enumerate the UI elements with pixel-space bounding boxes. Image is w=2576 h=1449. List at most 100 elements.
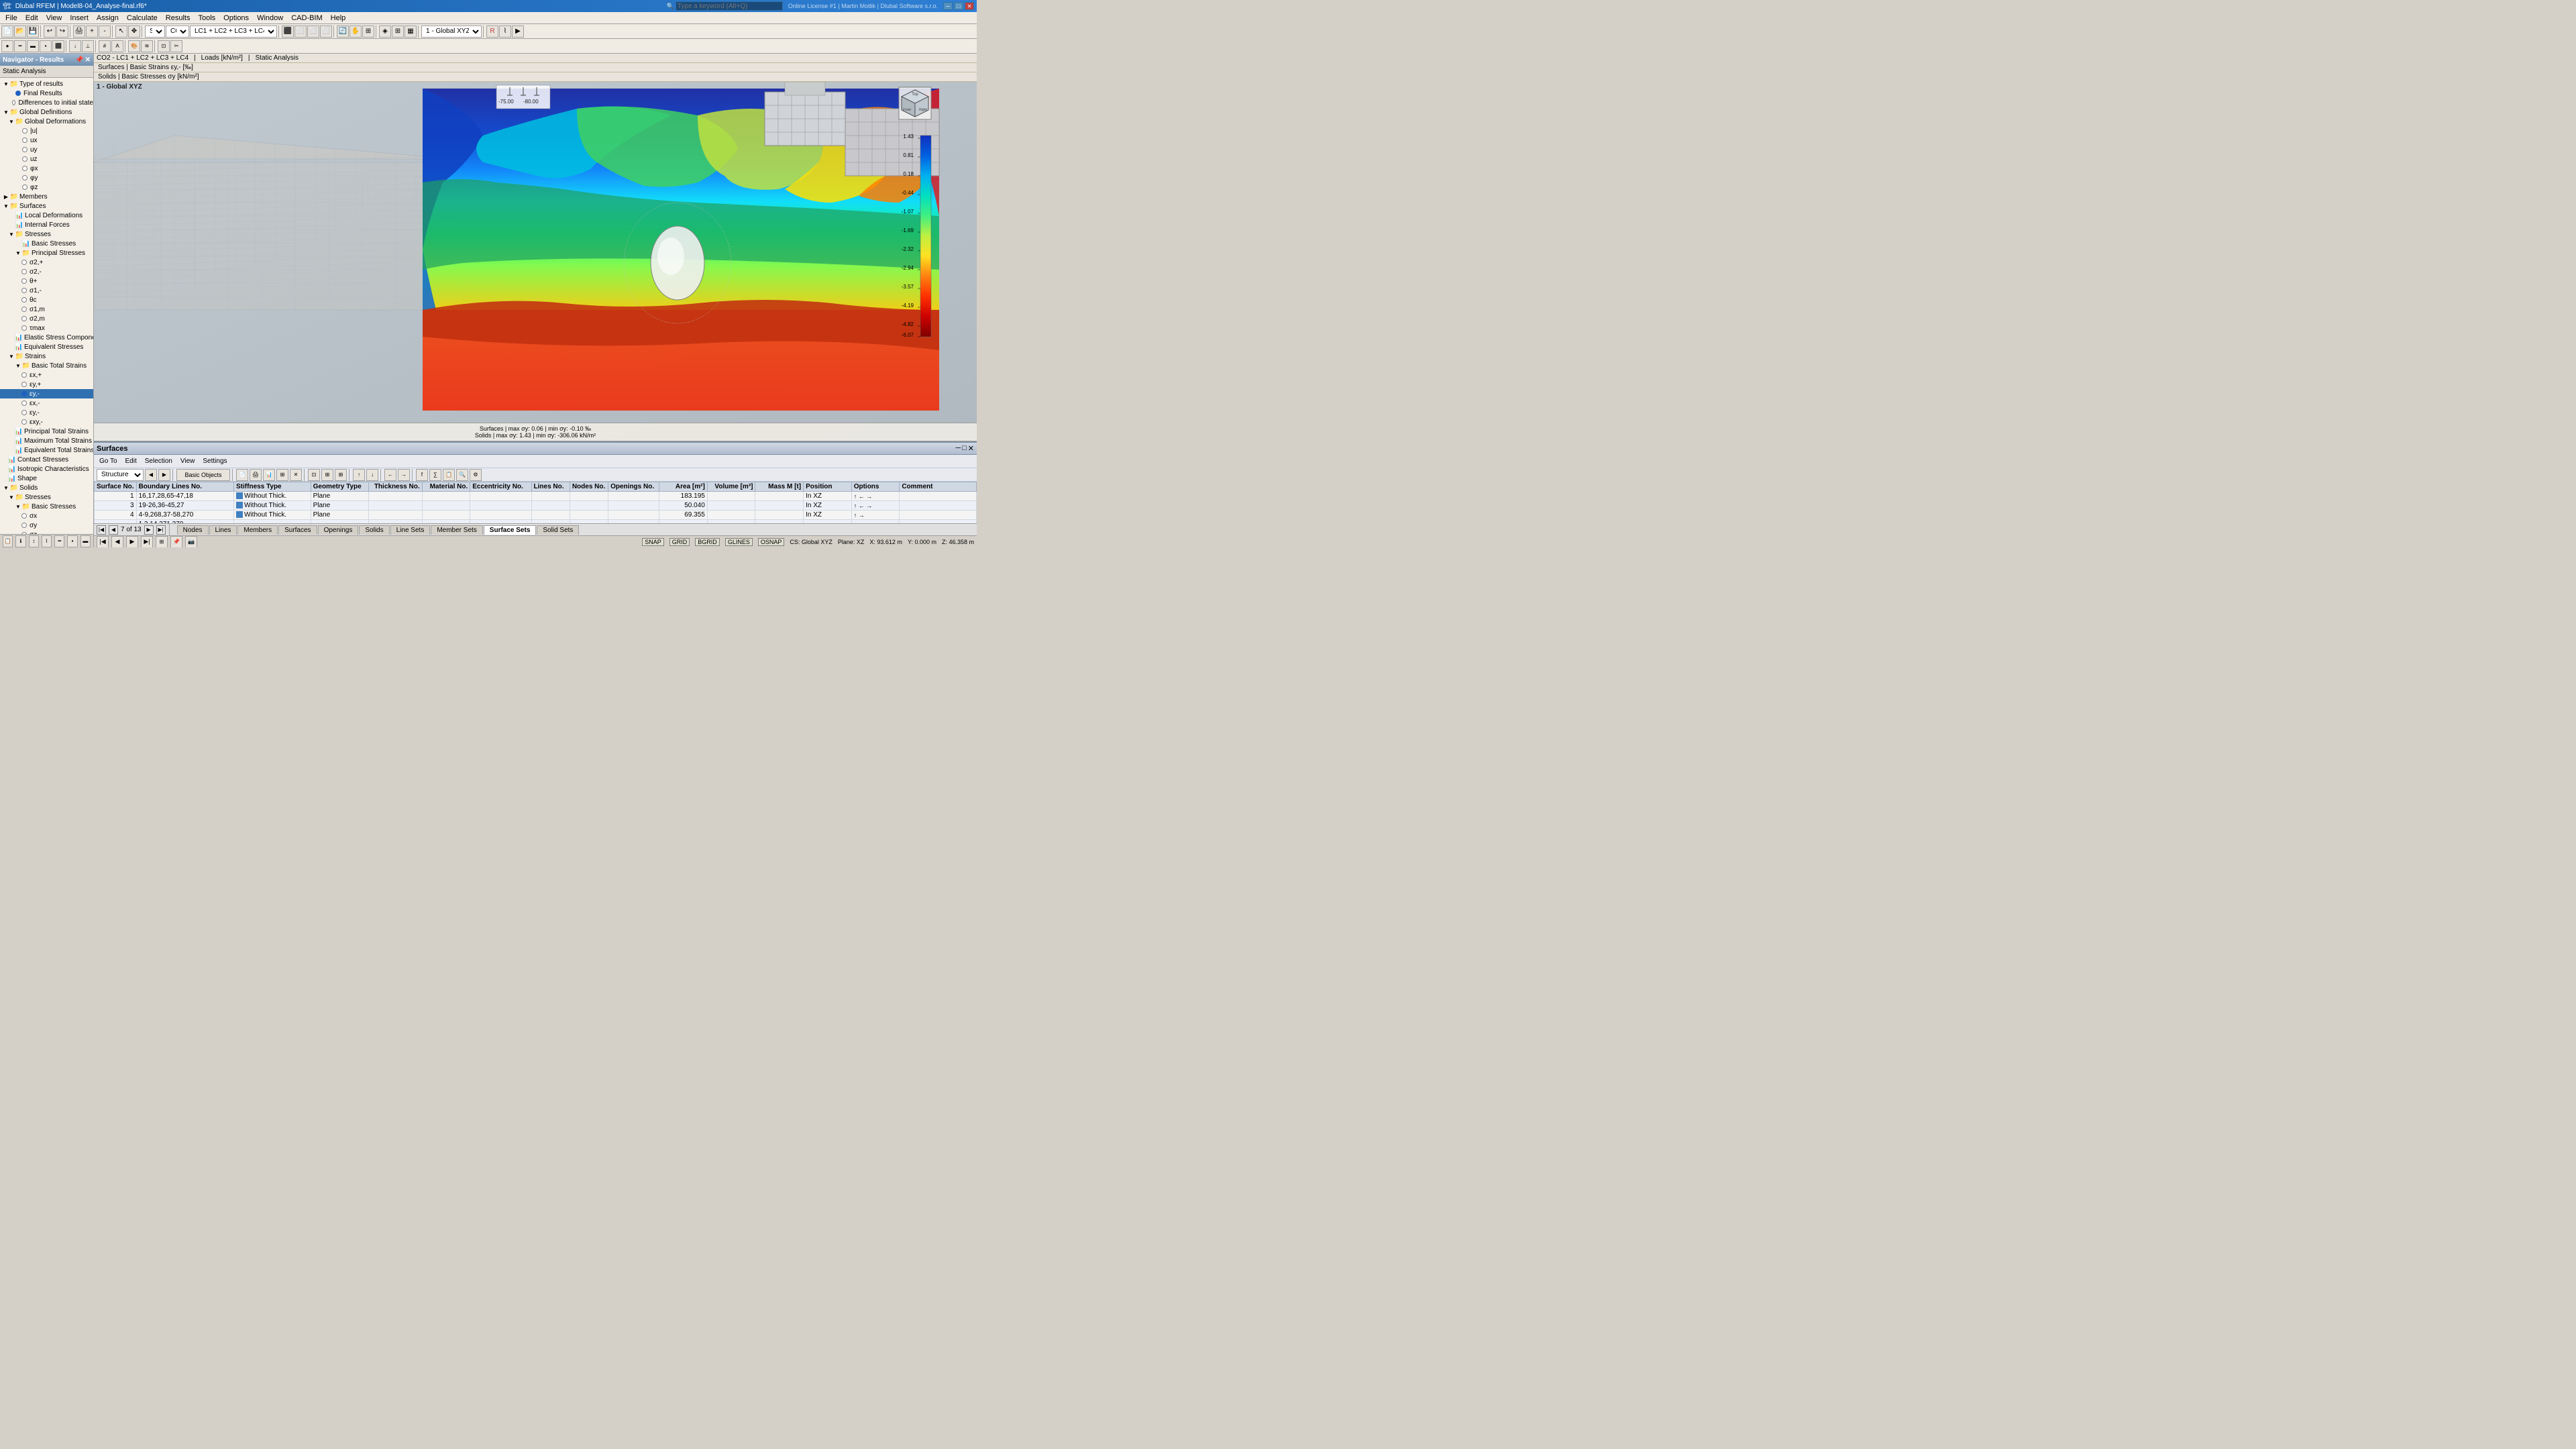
tree-item-local-deformations[interactable]: 📊 Local Deformations xyxy=(0,211,93,220)
tab-nodes[interactable]: Nodes xyxy=(177,525,209,535)
col-header-stiffness[interactable]: Stiffness Type xyxy=(234,482,311,492)
tree-item-theta-plus[interactable]: θ+ xyxy=(0,276,93,286)
menu-options[interactable]: Options xyxy=(219,13,253,23)
results-tb11[interactable]: ← xyxy=(384,469,396,481)
pan-btn[interactable]: ✋ xyxy=(350,25,362,38)
col-header-geometry[interactable]: Geometry Type xyxy=(311,482,368,492)
loads-disp-btn[interactable]: ↓ xyxy=(69,40,81,52)
col-header-comment[interactable]: Comment xyxy=(900,482,977,492)
nav-members-btn[interactable]: ▬ xyxy=(80,535,91,547)
results-edit[interactable]: Edit xyxy=(123,458,140,465)
toggle-principal-stresses[interactable]: ▼ xyxy=(15,250,21,256)
tree-item-taumax[interactable]: τmax xyxy=(0,323,93,333)
menu-edit[interactable]: Edit xyxy=(21,13,42,23)
results-tb13[interactable]: f xyxy=(416,469,428,481)
results-tb1[interactable]: 📄 xyxy=(236,469,248,481)
results-settings[interactable]: Settings xyxy=(200,458,229,465)
status-nav-last[interactable]: ▶| xyxy=(141,536,153,548)
status-display-btn[interactable]: ⊞ xyxy=(156,536,168,548)
nodes-disp-btn[interactable]: ● xyxy=(1,40,13,52)
results-tb10[interactable]: ↓ xyxy=(366,469,378,481)
members-disp-btn[interactable]: ▬ xyxy=(27,40,39,52)
tree-section-solid-stresses[interactable]: ▼ 📁 Stresses xyxy=(0,492,93,502)
status-nav-next[interactable]: ▶ xyxy=(126,536,138,548)
tree-item-uy[interactable]: uy xyxy=(0,145,93,154)
radio-phix[interactable] xyxy=(22,166,28,171)
tree-item-ex-plus[interactable]: εx,+ xyxy=(0,370,93,380)
tree-section-principal-stresses[interactable]: ▼ 📁 Principal Stresses xyxy=(0,248,93,258)
radio-sigma2-plus[interactable] xyxy=(21,260,27,265)
menu-window[interactable]: Window xyxy=(253,13,287,23)
tree-item-ey-plus[interactable]: εy,+ xyxy=(0,380,93,389)
radio-ey-plus[interactable] xyxy=(21,382,27,387)
tree-item-uz[interactable]: uz xyxy=(0,154,93,164)
menu-insert[interactable]: Insert xyxy=(66,13,93,23)
lc-combo-s[interactable]: S: xyxy=(145,25,165,38)
tree-item-exy-minus[interactable]: εxy,- xyxy=(0,417,93,427)
table-first-btn[interactable]: |◀ xyxy=(97,525,106,535)
toggle-global-deformations[interactable]: ▼ xyxy=(8,118,15,125)
toggle-basic-total-strains[interactable]: ▼ xyxy=(15,362,21,369)
tree-item-sigma2m[interactable]: σ2,m xyxy=(0,314,93,323)
tree-item-ux[interactable]: ux xyxy=(0,136,93,145)
results-tb15[interactable]: 📋 xyxy=(443,469,455,481)
tree-item-phiz[interactable]: φz xyxy=(0,182,93,192)
mesh-btn[interactable]: ⊞ xyxy=(392,25,404,38)
tree-item-maximum-total-strains[interactable]: 📊 Maximum Total Strains xyxy=(0,436,93,445)
rotate-btn[interactable]: 🔄 xyxy=(337,25,349,38)
tab-solids[interactable]: Solids xyxy=(359,525,389,535)
col-header-position[interactable]: Position xyxy=(804,482,852,492)
nav-close-btn[interactable]: ✕ xyxy=(85,56,91,64)
results-view[interactable]: View xyxy=(178,458,198,465)
tree-item-contact-stresses[interactable]: 📊 Contact Stresses xyxy=(0,455,93,464)
toggle-stresses[interactable]: ▼ xyxy=(8,231,15,237)
tree-item-internal-forces[interactable]: 📊 Internal Forces xyxy=(0,220,93,229)
results-filter-combo[interactable]: Structure xyxy=(97,469,144,481)
tree-section-stresses[interactable]: ▼ 📁 Stresses xyxy=(0,229,93,239)
radio-final-results[interactable] xyxy=(15,91,21,96)
radio-differences[interactable] xyxy=(12,100,15,105)
save-btn[interactable]: 💾 xyxy=(27,25,39,38)
results-filter-prev[interactable]: ◀ xyxy=(145,469,157,481)
front-btn[interactable]: ⬜ xyxy=(294,25,307,38)
filter-btn[interactable]: ⊡ xyxy=(158,40,170,52)
toggle-solids[interactable]: ▼ xyxy=(3,484,9,491)
nav-surfaces-btn[interactable]: ▪ xyxy=(67,535,77,547)
toggle-members[interactable]: ▶ xyxy=(3,193,9,200)
lines-disp-btn[interactable]: ━ xyxy=(14,40,26,52)
tree-item-shape[interactable]: 📊 Shape xyxy=(0,474,93,483)
tree-item-ex-minus[interactable]: εx,- xyxy=(0,398,93,408)
menu-view[interactable]: View xyxy=(42,13,66,23)
numbering-btn[interactable]: # xyxy=(99,40,111,52)
tree-item-differences[interactable]: Differences to initial state xyxy=(0,98,93,107)
status-camera-btn[interactable]: 📷 xyxy=(185,536,197,548)
maximize-button[interactable]: □ xyxy=(954,2,963,10)
tree-item-equivalent-total-strains[interactable]: 📊 Equivalent Total Strains xyxy=(0,445,93,455)
results-btn[interactable]: R xyxy=(486,25,498,38)
minimize-button[interactable]: ─ xyxy=(943,2,953,10)
viewport[interactable]: -75.00 -80.00 xyxy=(94,82,977,441)
tree-section-solids[interactable]: ▼ 📁 Solids xyxy=(0,483,93,492)
tree-item-solid-sx[interactable]: σx xyxy=(0,511,93,521)
nav-title-info-btn[interactable]: ℹ xyxy=(15,535,25,547)
menu-tools[interactable]: Tools xyxy=(194,13,219,23)
tab-members[interactable]: Members xyxy=(237,525,278,535)
status-osnap[interactable]: OSNAP xyxy=(758,538,785,546)
col-header-thickness[interactable]: Thickness No. xyxy=(368,482,422,492)
tab-surface-sets[interactable]: Surface Sets xyxy=(484,525,537,535)
top-btn[interactable]: ⬜ xyxy=(307,25,319,38)
tree-item-exy-plus[interactable]: εy,- xyxy=(0,389,93,398)
menu-calculate[interactable]: Calculate xyxy=(123,13,162,23)
results-tb17[interactable]: ⚙ xyxy=(470,469,482,481)
toggle-type-results[interactable]: ▼ xyxy=(3,80,9,87)
tree-item-ey-minus[interactable]: εy,- xyxy=(0,408,93,417)
tree-item-phiy[interactable]: φy xyxy=(0,173,93,182)
radio-uy[interactable] xyxy=(22,147,28,152)
radio-ex-plus[interactable] xyxy=(21,372,27,378)
select-btn[interactable]: ↖ xyxy=(115,25,127,38)
toggle-strains[interactable]: ▼ xyxy=(8,353,15,360)
table-next-btn[interactable]: ▶ xyxy=(144,525,154,535)
tree-section-solid-basic-stresses[interactable]: ▼ 📁 Basic Stresses xyxy=(0,502,93,511)
solids-disp-btn[interactable]: ⬛ xyxy=(52,40,64,52)
nav-lines-btn[interactable]: ━ xyxy=(54,535,64,547)
